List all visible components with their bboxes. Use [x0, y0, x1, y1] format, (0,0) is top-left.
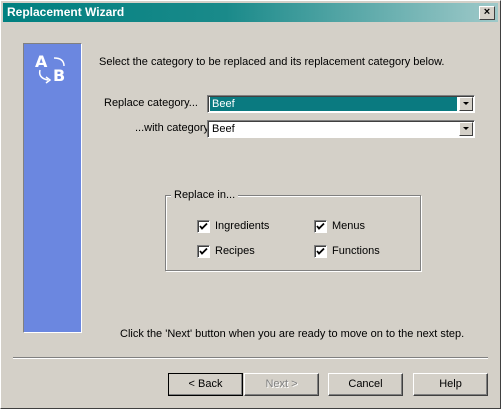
footer-instruction: Click the 'Next' button when you are rea…: [120, 328, 465, 340]
ingredients-label[interactable]: Ingredients: [215, 220, 269, 232]
chevron-down-icon[interactable]: [459, 122, 473, 136]
functions-checkbox[interactable]: [314, 245, 327, 258]
letter-b: B: [53, 66, 66, 85]
cancel-button-label: Cancel: [348, 378, 383, 390]
replace-category-label: Replace category...: [104, 97, 198, 109]
functions-label[interactable]: Functions: [332, 245, 380, 257]
instruction-text: Select the category to be replaced and i…: [99, 56, 445, 68]
with-category-label: ...with category: [135, 122, 209, 134]
checkmark-icon: [316, 247, 325, 255]
wizard-window: Replacement Wizard × A B Select the cate…: [0, 0, 501, 409]
cancel-button[interactable]: Cancel: [328, 373, 403, 396]
replace-in-legend: Replace in...: [171, 189, 239, 201]
replace-category-dropdown[interactable]: Beef: [207, 95, 475, 113]
help-button-label: Help: [439, 378, 462, 390]
checkmark-icon: [199, 222, 208, 230]
recipes-checkbox[interactable]: [197, 245, 210, 258]
close-icon: ×: [483, 6, 491, 18]
button-separator: [13, 357, 488, 359]
back-button[interactable]: < Back: [168, 373, 243, 396]
title-bar: Replacement Wizard ×: [3, 3, 498, 22]
checkmark-icon: [199, 247, 208, 255]
close-button[interactable]: ×: [479, 6, 495, 20]
next-button-label: Next >: [265, 378, 298, 390]
replace-in-group: [165, 195, 421, 271]
help-button[interactable]: Help: [413, 373, 488, 396]
replace-category-value: Beef: [210, 97, 457, 111]
chevron-down-icon[interactable]: [459, 97, 473, 111]
next-button[interactable]: Next >: [244, 373, 319, 396]
window-title: Replacement Wizard: [7, 5, 125, 19]
a-to-b-replace-icon: A B: [32, 50, 76, 94]
menus-label[interactable]: Menus: [332, 220, 365, 232]
menus-checkbox[interactable]: [314, 220, 327, 233]
with-category-dropdown[interactable]: Beef: [207, 120, 475, 138]
with-category-value: Beef: [212, 123, 235, 135]
wizard-side-panel: A B: [23, 43, 82, 333]
back-button-label: < Back: [188, 378, 223, 390]
checkmark-icon: [316, 222, 325, 230]
recipes-label[interactable]: Recipes: [215, 245, 255, 257]
ingredients-checkbox[interactable]: [197, 220, 210, 233]
